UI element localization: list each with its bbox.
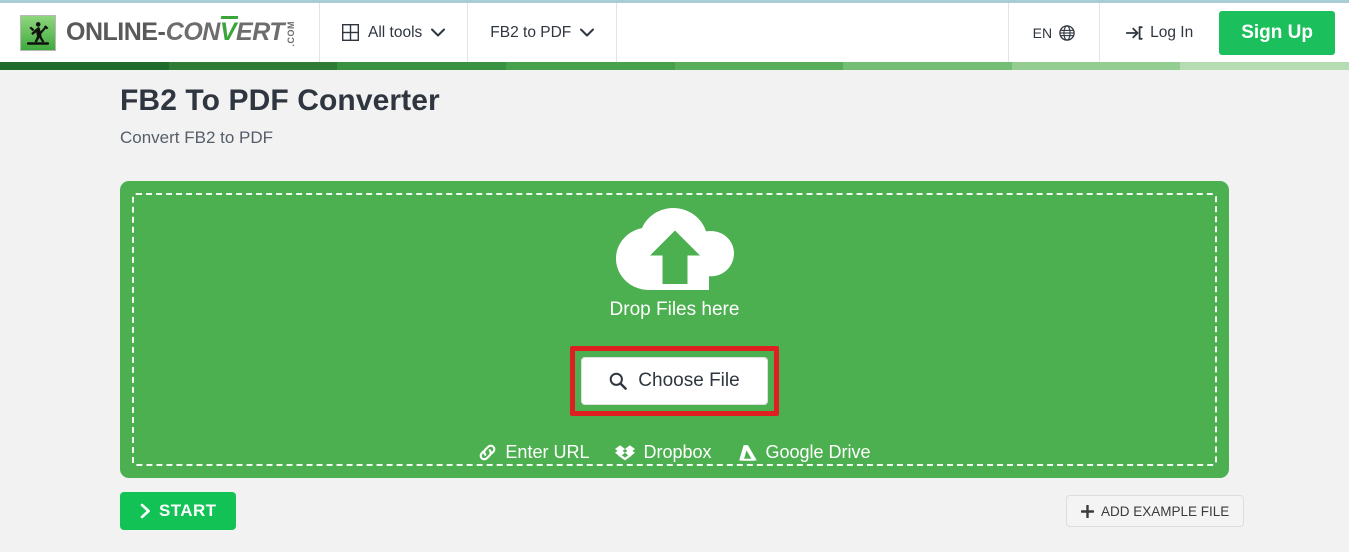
google-drive-link[interactable]: Google Drive: [738, 442, 871, 463]
dropzone-content: Drop Files here Choose File Enter URL Dr…: [120, 181, 1229, 478]
page-title: FB2 To PDF Converter: [120, 84, 440, 117]
choose-file-label: Choose File: [638, 370, 740, 391]
nav-item-all-tools-label: All tools: [368, 23, 423, 41]
enter-url-label: Enter URL: [505, 442, 590, 462]
chevron-down-icon: [431, 28, 446, 37]
progress-segment-3: [337, 62, 506, 70]
progress-segment-5: [674, 62, 844, 70]
auth-area: Log In Sign Up: [1100, 3, 1349, 62]
add-example-file-label: ADD EXAMPLE FILE: [1101, 503, 1230, 519]
brand-word-con: CON: [165, 18, 221, 46]
header-spacer: [617, 3, 1009, 62]
sign-in-icon: [1126, 25, 1143, 41]
progress-segment-8: [1180, 62, 1349, 70]
chevron-right-icon: [140, 503, 151, 519]
progress-segment-1: [0, 62, 169, 70]
signup-button[interactable]: Sign Up: [1219, 10, 1335, 55]
nav-item-fb2-to-pdf-label: FB2 to PDF: [490, 23, 572, 41]
dropbox-link[interactable]: Dropbox: [615, 442, 712, 463]
add-example-file-button[interactable]: ADD EXAMPLE FILE: [1066, 495, 1245, 527]
login-link[interactable]: Log In: [1100, 24, 1219, 42]
file-source-links: Enter URL Dropbox Google Drive: [478, 442, 871, 463]
globe-icon: [1059, 24, 1075, 41]
running-person-icon: [20, 14, 56, 51]
login-label: Log In: [1150, 23, 1194, 41]
grid-icon: [342, 24, 359, 41]
brand-word-v: V: [219, 18, 237, 46]
progress-segment-2: [168, 62, 338, 70]
brand-word-ert: ERT: [236, 18, 285, 46]
google-drive-label: Google Drive: [765, 442, 871, 462]
plus-icon: [1081, 504, 1094, 518]
site-header: ONLINE - CON V ERT .COM All tools FB2 to…: [0, 3, 1349, 62]
google-drive-icon: [738, 444, 758, 462]
brand-word-online: ONLINE: [66, 18, 158, 46]
dropbox-icon: [615, 444, 636, 462]
page-subtitle: Convert FB2 to PDF: [120, 128, 274, 147]
enter-url-link[interactable]: Enter URL: [478, 442, 589, 463]
cloud-upload-icon: [615, 208, 734, 294]
magnifier-icon: [609, 372, 628, 390]
nav-item-fb2-to-pdf[interactable]: FB2 to PDF: [468, 3, 618, 62]
brand-wordmark: ONLINE - CON V ERT .COM: [66, 18, 296, 47]
drop-files-label: Drop Files here: [609, 299, 740, 320]
choose-file-highlight: Choose File: [570, 346, 779, 416]
brand-tld: .COM: [286, 20, 297, 47]
progress-segment-4: [505, 62, 675, 70]
file-dropzone[interactable]: Drop Files here Choose File Enter URL Dr…: [120, 181, 1229, 478]
language-label: EN: [1032, 24, 1053, 41]
start-button-label: START: [159, 501, 217, 520]
link-icon: [478, 443, 497, 462]
nav-item-all-tools[interactable]: All tools: [320, 3, 469, 62]
progress-segment-6: [843, 62, 1012, 70]
brand-dash: -: [157, 18, 166, 46]
brand-logo[interactable]: ONLINE - CON V ERT .COM: [0, 3, 320, 62]
choose-file-button[interactable]: Choose File: [581, 357, 768, 405]
progress-segment-bar: [0, 62, 1349, 70]
language-selector[interactable]: EN: [1009, 3, 1101, 62]
chevron-down-icon: [580, 28, 595, 37]
dropbox-label: Dropbox: [643, 442, 712, 462]
start-button[interactable]: START: [120, 492, 237, 530]
progress-segment-7: [1011, 62, 1181, 70]
